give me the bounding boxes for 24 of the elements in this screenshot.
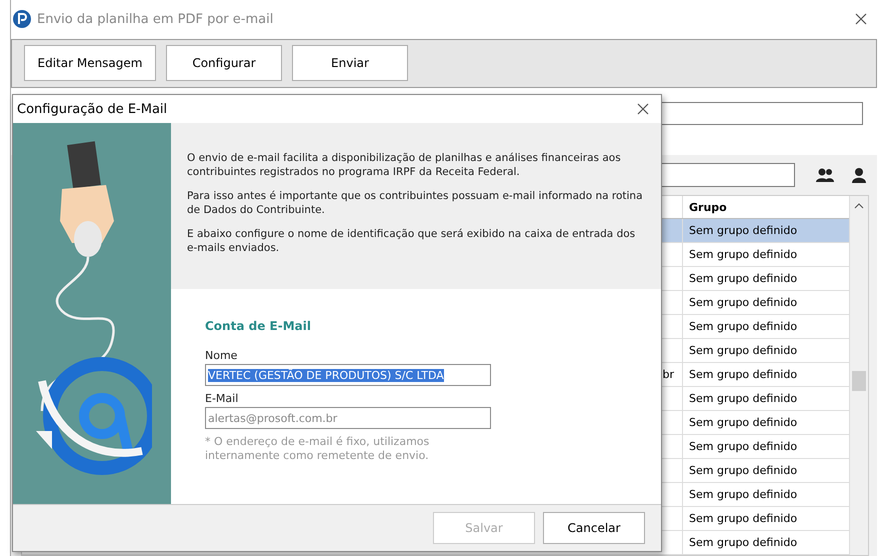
scrollbar[interactable] <box>849 196 868 555</box>
field-label: E-Mail <box>205 392 240 405</box>
close-icon[interactable] <box>855 13 867 26</box>
user-icon[interactable] <box>851 167 867 183</box>
intro-paragraph: E abaixo configure o nome de identificação que será exibido na caixa de entrada dos e-mails enviados. <box>187 227 636 255</box>
scroll-thumb[interactable] <box>852 371 866 391</box>
section-title: Conta de E-Mail <box>205 319 312 333</box>
input-field[interactable]: VERTEC (GESTÃO DE PRODUTOS) S/C LTDA <box>205 364 491 386</box>
app-logo-icon <box>13 10 31 28</box>
field-label: Nome <box>205 349 238 362</box>
table-cell: br <box>662 368 674 381</box>
toolbar-button[interactable]: Configurar <box>166 45 282 82</box>
dialog-title: Configuração de E-Mail <box>17 102 168 116</box>
note-text: * O endereço de e-mail é fixo, utilizamos internamente como remetente de envio. <box>205 435 430 463</box>
users-icon[interactable] <box>815 167 835 183</box>
dialog-button[interactable]: Cancelar <box>543 512 645 544</box>
close-icon[interactable] <box>637 103 649 115</box>
window-title: Envio da planilha em PDF por e-mail <box>37 12 274 27</box>
toolbar-button[interactable]: Enviar <box>292 45 408 82</box>
toolbar-button[interactable]: Editar Mensagem <box>24 45 156 82</box>
intro-paragraph: Para isso antes é importante que os contribuintes possuam e-mail informado na rotina de Dados do Contribuinte. <box>187 189 644 217</box>
scroll-up-icon[interactable] <box>854 202 864 210</box>
input-field[interactable] <box>661 102 863 125</box>
intro-paragraph: O envio de e-mail facilita a disponibilização de planilhas e análises financeiras aos contribuintes registrados no programa IRPF da Receita Federal. <box>187 151 622 179</box>
